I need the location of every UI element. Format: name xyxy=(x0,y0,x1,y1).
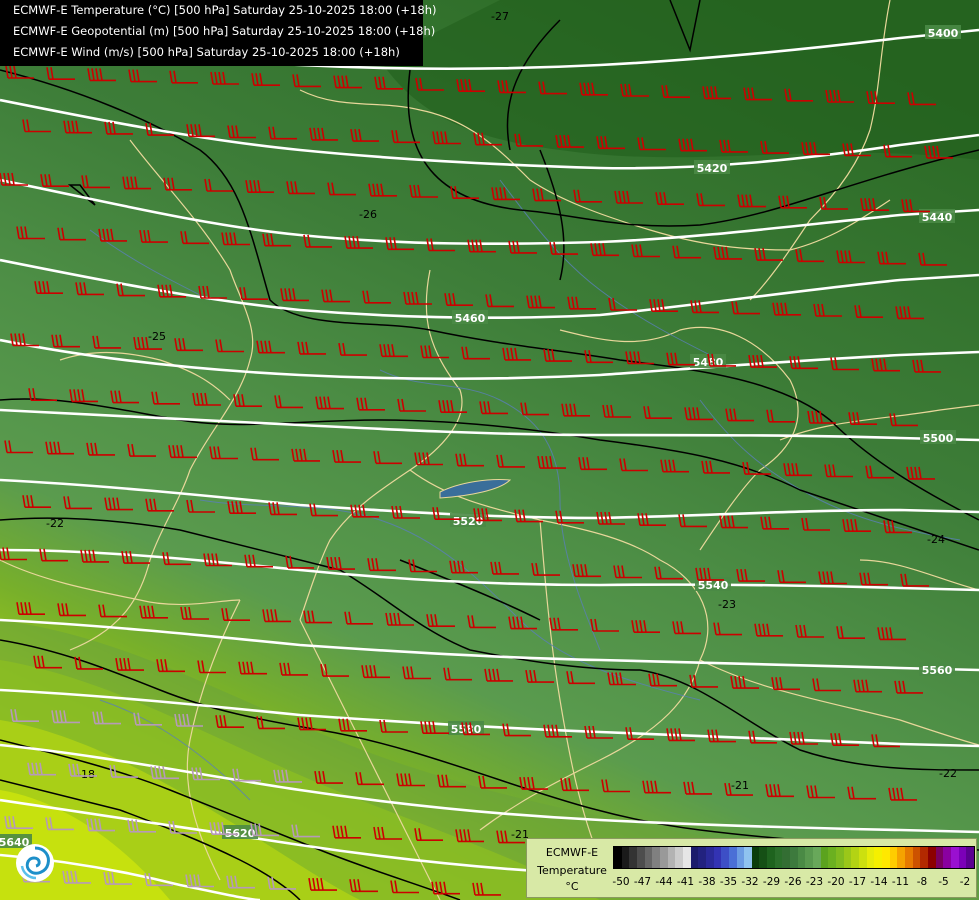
legend-tick-label: -8 xyxy=(916,876,928,888)
legend-swatch xyxy=(682,847,691,868)
temperature-label: -22 xyxy=(46,517,64,530)
legend-swatch xyxy=(774,847,783,868)
temperature-label: -26 xyxy=(359,208,377,221)
geopotential-label: 5420 xyxy=(697,162,728,175)
geopotential-label: 5400 xyxy=(928,27,959,40)
temperature-label: -27 xyxy=(491,10,509,23)
legend-swatch xyxy=(667,847,676,868)
weather-map: 5400 5420 5440 5460 5480 5500 5520 5540 5560 5580… xyxy=(0,0,979,900)
legend-tick-label: -47 xyxy=(633,876,652,888)
legend-swatch xyxy=(659,847,668,868)
map-title-box: ECMWF-E Temperature (°C) [500 hPa] Satur… xyxy=(0,0,437,66)
legend-tick-label: -44 xyxy=(655,876,673,888)
legend-swatch xyxy=(828,847,837,868)
legend-model: ECMWF-E xyxy=(545,846,599,859)
legend-swatch xyxy=(935,847,944,868)
legend-swatch xyxy=(820,847,829,868)
legend-swatch xyxy=(790,847,798,868)
legend-tick-label: -32 xyxy=(741,876,759,888)
legend-swatch xyxy=(797,847,806,868)
temperature-label: -22 xyxy=(939,767,957,780)
legend-swatch xyxy=(767,847,775,868)
legend-swatch xyxy=(805,847,814,868)
legend-tick-label: -26 xyxy=(784,876,802,888)
legend-swatch xyxy=(652,847,660,868)
temperature-label: -18 xyxy=(77,768,95,781)
legend-swatch xyxy=(629,847,637,868)
legend-tick-label: -38 xyxy=(698,876,716,888)
legend-swatch xyxy=(759,847,768,868)
legend-swatch xyxy=(859,847,867,868)
legend-swatch xyxy=(874,847,882,868)
temperature-label: -25 xyxy=(148,330,166,343)
legend-swatch xyxy=(866,847,875,868)
legend-tick-label: -5 xyxy=(938,876,949,888)
legend-swatch xyxy=(675,847,683,868)
geopotential-label: 5560 xyxy=(922,664,953,677)
legend-swatch xyxy=(927,847,936,868)
legend-swatch xyxy=(698,847,706,868)
legend-tick-label: -11 xyxy=(891,876,910,888)
legend-swatch xyxy=(705,847,714,868)
legend-swatch xyxy=(744,847,752,868)
legend-swatch xyxy=(782,847,791,868)
legend-swatch xyxy=(721,847,729,868)
legend-swatch xyxy=(950,847,959,868)
legend-variable: Temperature xyxy=(537,864,607,877)
legend-tick-label: -41 xyxy=(676,876,695,888)
geopotential-title: ECMWF-E Geopotential (m) [500 hPa] Satur… xyxy=(13,24,436,38)
geopotential-label: 5440 xyxy=(922,211,953,224)
geopotential-label: 5540 xyxy=(698,579,729,592)
legend-tick-label: -14 xyxy=(870,876,888,888)
legend-tick-label: -29 xyxy=(762,876,781,888)
legend-swatch xyxy=(881,847,890,868)
wind-title: ECMWF-E Wind (m/s) [500 hPa] Saturday 25… xyxy=(13,45,400,59)
legend-swatch xyxy=(636,847,645,868)
temperature-title: ECMWF-E Temperature (°C) [500 hPa] Satur… xyxy=(13,3,437,17)
legend-swatch xyxy=(614,847,622,868)
legend-swatch xyxy=(943,847,951,868)
legend-color-bar xyxy=(613,846,975,869)
map-canvas: 5400542054405460548055005520554055605580… xyxy=(0,0,979,900)
temperature-legend: ECMWF-E Temperature °C -50 -47 -44 -41 -38 -3… xyxy=(526,838,977,898)
legend-swatch xyxy=(728,847,737,868)
legend-swatch xyxy=(958,847,967,868)
legend-swatch xyxy=(644,847,653,868)
legend-tick-label: -50 xyxy=(612,876,630,888)
legend-swatch xyxy=(836,847,844,868)
legend-swatch xyxy=(851,847,859,868)
legend-swatch xyxy=(920,847,928,868)
geopotential-label: 5460 xyxy=(455,312,486,325)
temperature-label: -21 xyxy=(731,779,749,792)
legend-swatch xyxy=(897,847,905,868)
temperature-label: -24 xyxy=(927,533,945,546)
legend-swatch xyxy=(713,847,722,868)
legend-swatch xyxy=(736,847,745,868)
legend-swatch xyxy=(843,847,852,868)
legend-swatch xyxy=(912,847,921,868)
legend-unit: °C xyxy=(565,880,579,893)
legend-swatch xyxy=(966,847,974,868)
legend-swatch xyxy=(813,847,821,868)
legend-tick-label: -20 xyxy=(827,876,845,888)
legend-swatch xyxy=(904,847,913,868)
legend-tick-label: -35 xyxy=(719,876,738,888)
legend-tick-label: -17 xyxy=(848,876,867,888)
legend-swatch xyxy=(889,847,898,868)
legend-tick-label: -23 xyxy=(805,876,824,888)
ecmwf-swirl-logo-icon xyxy=(14,842,56,884)
geopotential-label: 5500 xyxy=(923,432,954,445)
legend-ticks: -50 -47 -44 -41 -38 -35 -32 -29 -26 -23 -20 -17 -14-… xyxy=(612,876,973,890)
legend-swatch xyxy=(751,847,760,868)
legend-tick-label: -2 xyxy=(959,876,971,888)
legend-swatch xyxy=(621,847,630,868)
temperature-label: -23 xyxy=(718,598,736,611)
legend-swatch xyxy=(690,847,699,868)
